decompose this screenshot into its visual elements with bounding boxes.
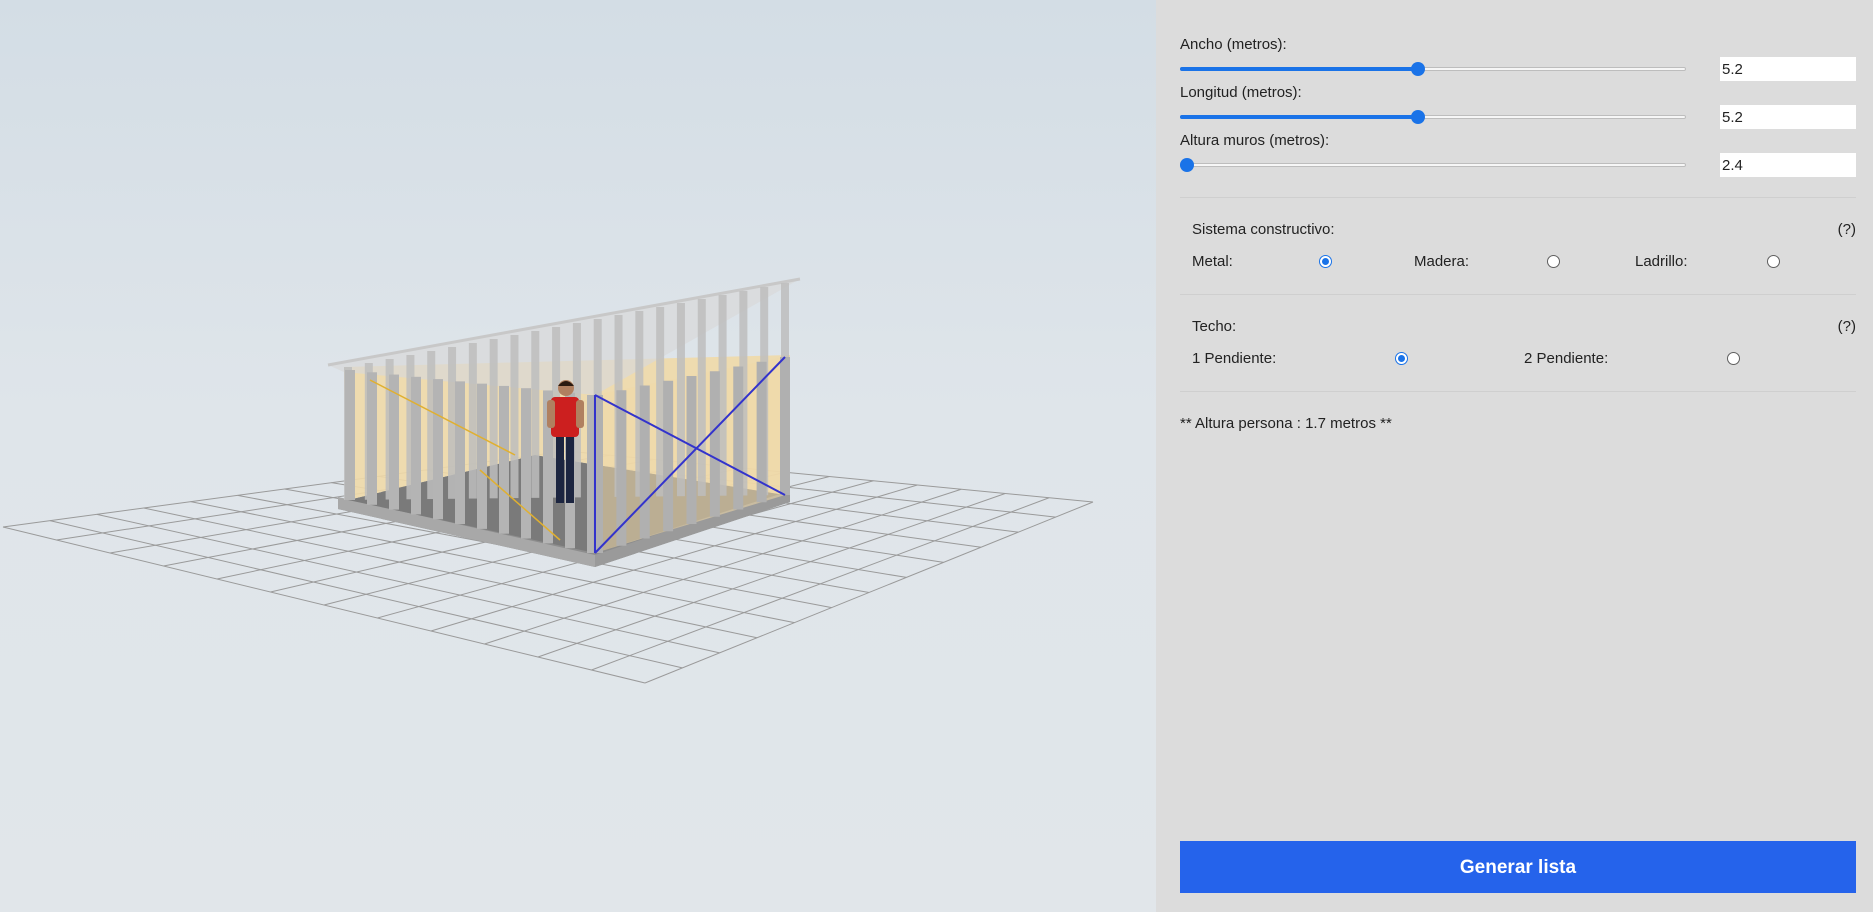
ancho-slider-fill [1180, 67, 1418, 71]
techo-title: Techo: [1192, 318, 1237, 335]
radio-madera[interactable] [1547, 255, 1560, 268]
person-height-note: ** Altura persona : 1.7 metros ** [1180, 415, 1392, 432]
wall-stud [367, 372, 377, 505]
person-leg [556, 433, 564, 503]
wall-stud [697, 299, 706, 496]
divider [1180, 197, 1856, 198]
techo-help-link[interactable]: (?) [1838, 318, 1856, 335]
person-leg [566, 433, 574, 503]
longitud-label: Longitud (metros): [1180, 84, 1302, 101]
wall-stud [709, 371, 720, 517]
wall-stud [733, 366, 744, 510]
longitud-slider-fill [1180, 115, 1418, 119]
altura-slider-thumb[interactable] [1180, 158, 1194, 172]
wall-stud [656, 307, 665, 497]
3d-viewport[interactable] [0, 0, 1156, 912]
settings-panel: Ancho (metros): Longitud (metros): Altur… [1156, 0, 1873, 912]
wall-stud [499, 385, 509, 534]
altura-input[interactable] [1720, 153, 1856, 177]
option-2-pendiente-label: 2 Pendiente: [1524, 350, 1609, 367]
wall-stud [531, 331, 540, 498]
radio-1-pendiente[interactable] [1395, 352, 1408, 365]
divider [1180, 294, 1856, 295]
option-ladrillo-label: Ladrillo: [1635, 253, 1688, 270]
wall-stud [639, 385, 650, 539]
person-arm [547, 400, 555, 428]
wall-stud [433, 379, 443, 520]
radio-ladrillo[interactable] [1767, 255, 1780, 268]
wall-stud [455, 381, 465, 525]
ancho-input[interactable] [1720, 57, 1856, 81]
generate-list-button[interactable]: Generar lista [1180, 841, 1856, 893]
ancho-label: Ancho (metros): [1180, 36, 1287, 53]
ancho-slider[interactable] [1180, 59, 1686, 79]
wall-stud [345, 370, 355, 500]
wall-stud [780, 357, 790, 495]
wall-stud [521, 388, 531, 539]
divider [1180, 391, 1856, 392]
ancho-slider-thumb[interactable] [1411, 62, 1425, 76]
altura-slider-track [1180, 163, 1686, 167]
altura-label: Altura muros (metros): [1180, 132, 1330, 149]
grid-line [644, 501, 1094, 684]
wall-stud [477, 383, 487, 529]
wall-stud [489, 339, 498, 499]
wall-stud [663, 380, 674, 532]
longitud-input[interactable] [1720, 105, 1856, 129]
person-torso [551, 397, 579, 437]
wall-stud [411, 376, 421, 515]
option-1-pendiente-label: 1 Pendiente: [1192, 350, 1277, 367]
longitud-slider-thumb[interactable] [1411, 110, 1425, 124]
person-arm [576, 400, 584, 428]
option-madera-label: Madera: [1414, 253, 1470, 270]
longitud-slider[interactable] [1180, 107, 1686, 127]
radio-2-pendiente[interactable] [1727, 352, 1740, 365]
sistema-help-link[interactable]: (?) [1838, 221, 1856, 238]
altura-slider[interactable] [1180, 155, 1686, 175]
wall-stud [468, 343, 477, 499]
structure-3d-scene[interactable] [0, 0, 1156, 912]
wall-stud [510, 335, 519, 499]
option-metal-label: Metal: [1192, 253, 1233, 270]
radio-metal[interactable] [1319, 255, 1332, 268]
sistema-title: Sistema constructivo: [1192, 221, 1335, 238]
